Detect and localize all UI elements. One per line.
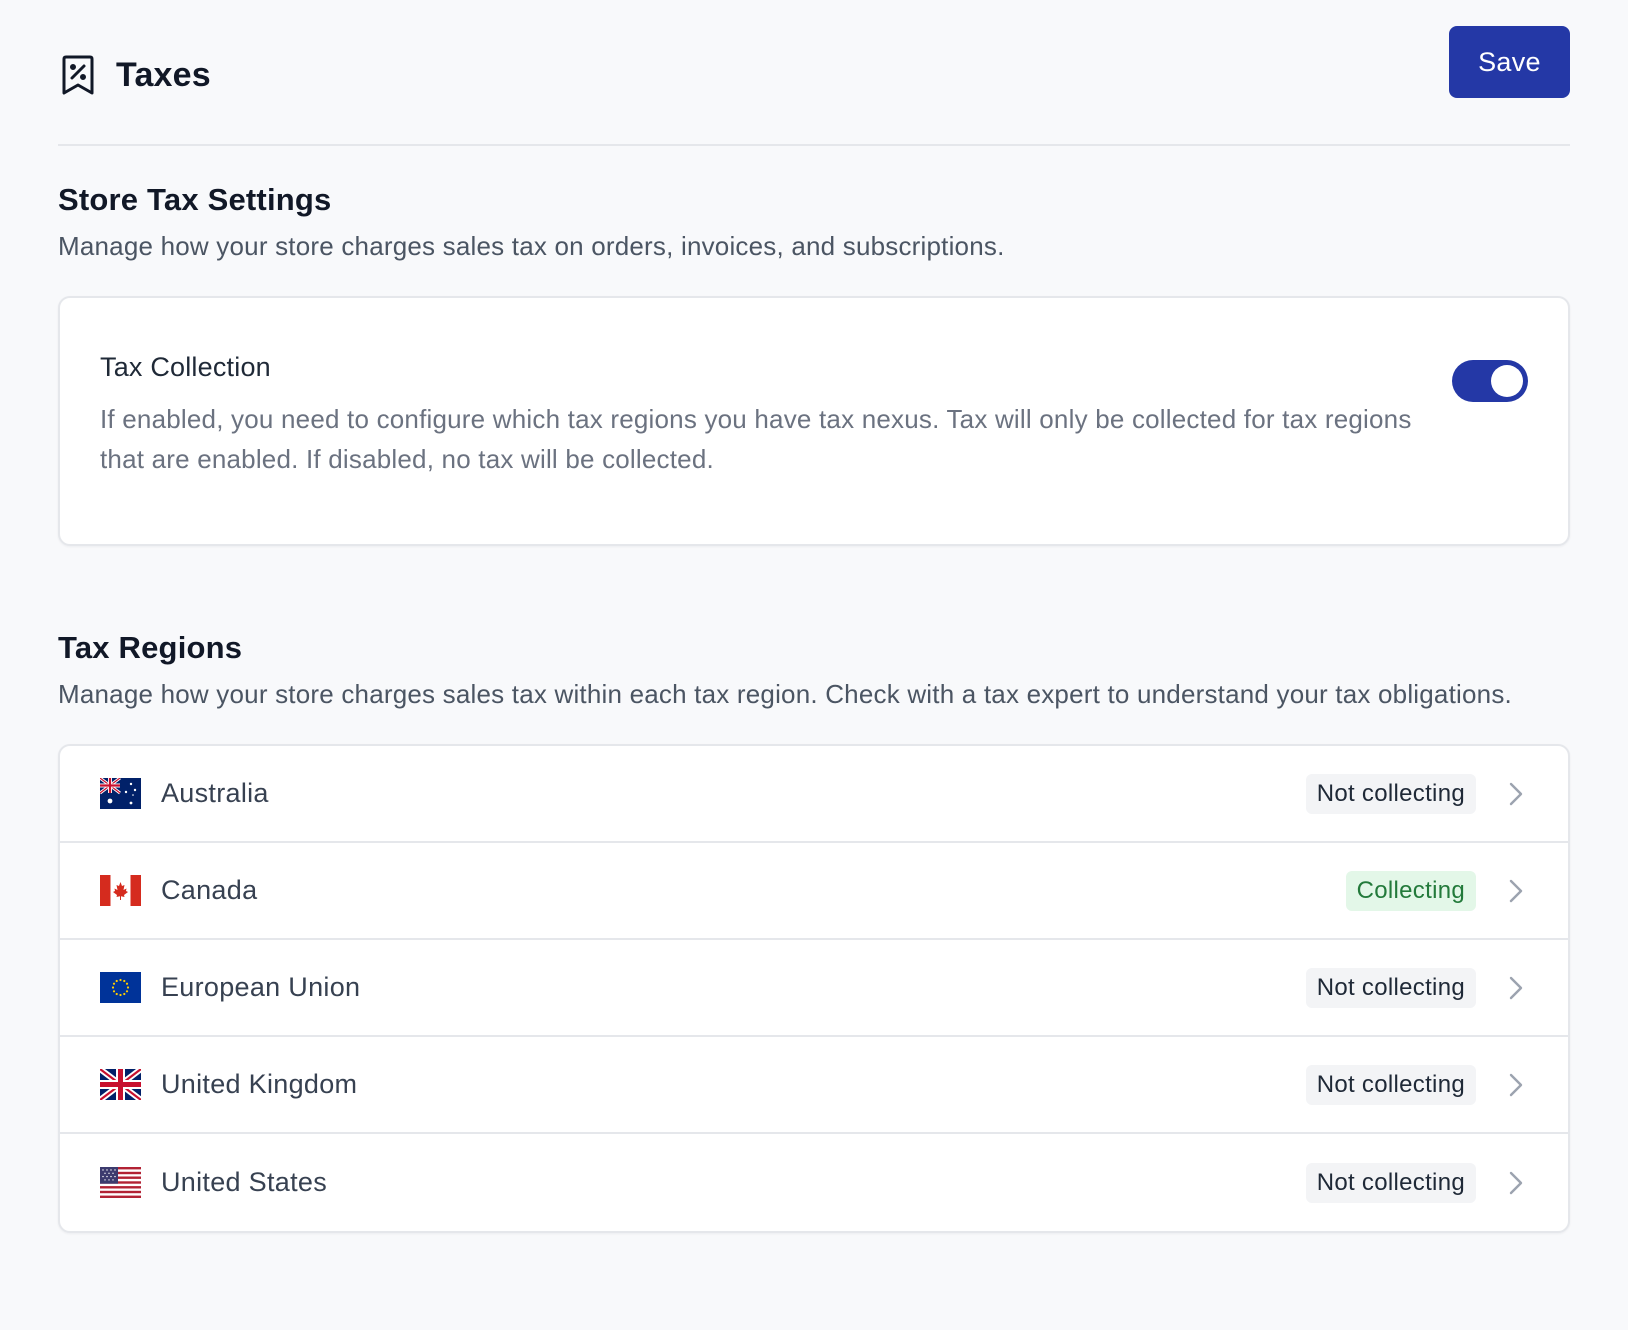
page-title: Taxes (116, 55, 211, 94)
region-row-united-kingdom[interactable]: United Kingdom Not collecting (60, 1037, 1568, 1134)
taxes-page: Taxes Save Store Tax Settings Manage how… (0, 0, 1628, 1330)
chevron-right-icon (1504, 1168, 1528, 1198)
save-button[interactable]: Save (1449, 26, 1570, 98)
chevron-right-icon (1504, 779, 1528, 809)
receipt-tax-icon (58, 53, 98, 97)
tax-collection-card: Tax Collection If enabled, you need to c… (58, 296, 1570, 546)
header-title-group: Taxes (58, 49, 211, 97)
status-badge: Collecting (1345, 870, 1476, 911)
tax-regions-section: Tax Regions Manage how your store charge… (58, 630, 1570, 1233)
tax-collection-title: Tax Collection (100, 352, 271, 382)
status-badge: Not collecting (1305, 773, 1476, 814)
region-row-european-union[interactable]: European Union Not collecting (60, 940, 1568, 1037)
store-tax-settings-title: Store Tax Settings (58, 182, 332, 217)
tax-regions-title: Tax Regions (58, 630, 243, 665)
region-row-united-states[interactable]: United States Not collecting (60, 1134, 1568, 1231)
store-tax-settings-section: Store Tax Settings Manage how your store… (58, 182, 1570, 546)
status-badge: Not collecting (1305, 967, 1476, 1008)
chevron-right-icon (1504, 876, 1528, 906)
canada-flag-icon (100, 875, 141, 906)
region-name: Canada (161, 875, 258, 905)
eu-flag-icon (100, 972, 141, 1003)
chevron-right-icon (1504, 1070, 1528, 1100)
tax-regions-description: Manage how your store charges sales tax … (58, 679, 1512, 709)
australia-flag-icon (100, 778, 141, 809)
tax-collection-description: If enabled, you need to configure which … (100, 404, 1412, 474)
page-header: Taxes Save (58, 0, 1570, 146)
region-name: Australia (161, 778, 269, 808)
us-flag-icon (100, 1167, 141, 1198)
status-badge: Not collecting (1305, 1064, 1476, 1105)
status-badge: Not collecting (1305, 1162, 1476, 1203)
tax-collection-toggle[interactable] (1452, 360, 1528, 402)
region-name: United Kingdom (161, 1069, 358, 1099)
store-tax-settings-description: Manage how your store charges sales tax … (58, 231, 1005, 261)
tax-regions-list: Australia Not collecting Canada Collecti… (58, 744, 1570, 1233)
tax-collection-text: Tax Collection If enabled, you need to c… (100, 352, 1440, 544)
toggle-knob (1491, 365, 1523, 397)
region-row-canada[interactable]: Canada Collecting (60, 843, 1568, 940)
uk-flag-icon (100, 1069, 141, 1100)
region-row-australia[interactable]: Australia Not collecting (60, 746, 1568, 843)
region-name: European Union (161, 972, 361, 1002)
region-name: United States (161, 1167, 327, 1197)
chevron-right-icon (1504, 973, 1528, 1003)
